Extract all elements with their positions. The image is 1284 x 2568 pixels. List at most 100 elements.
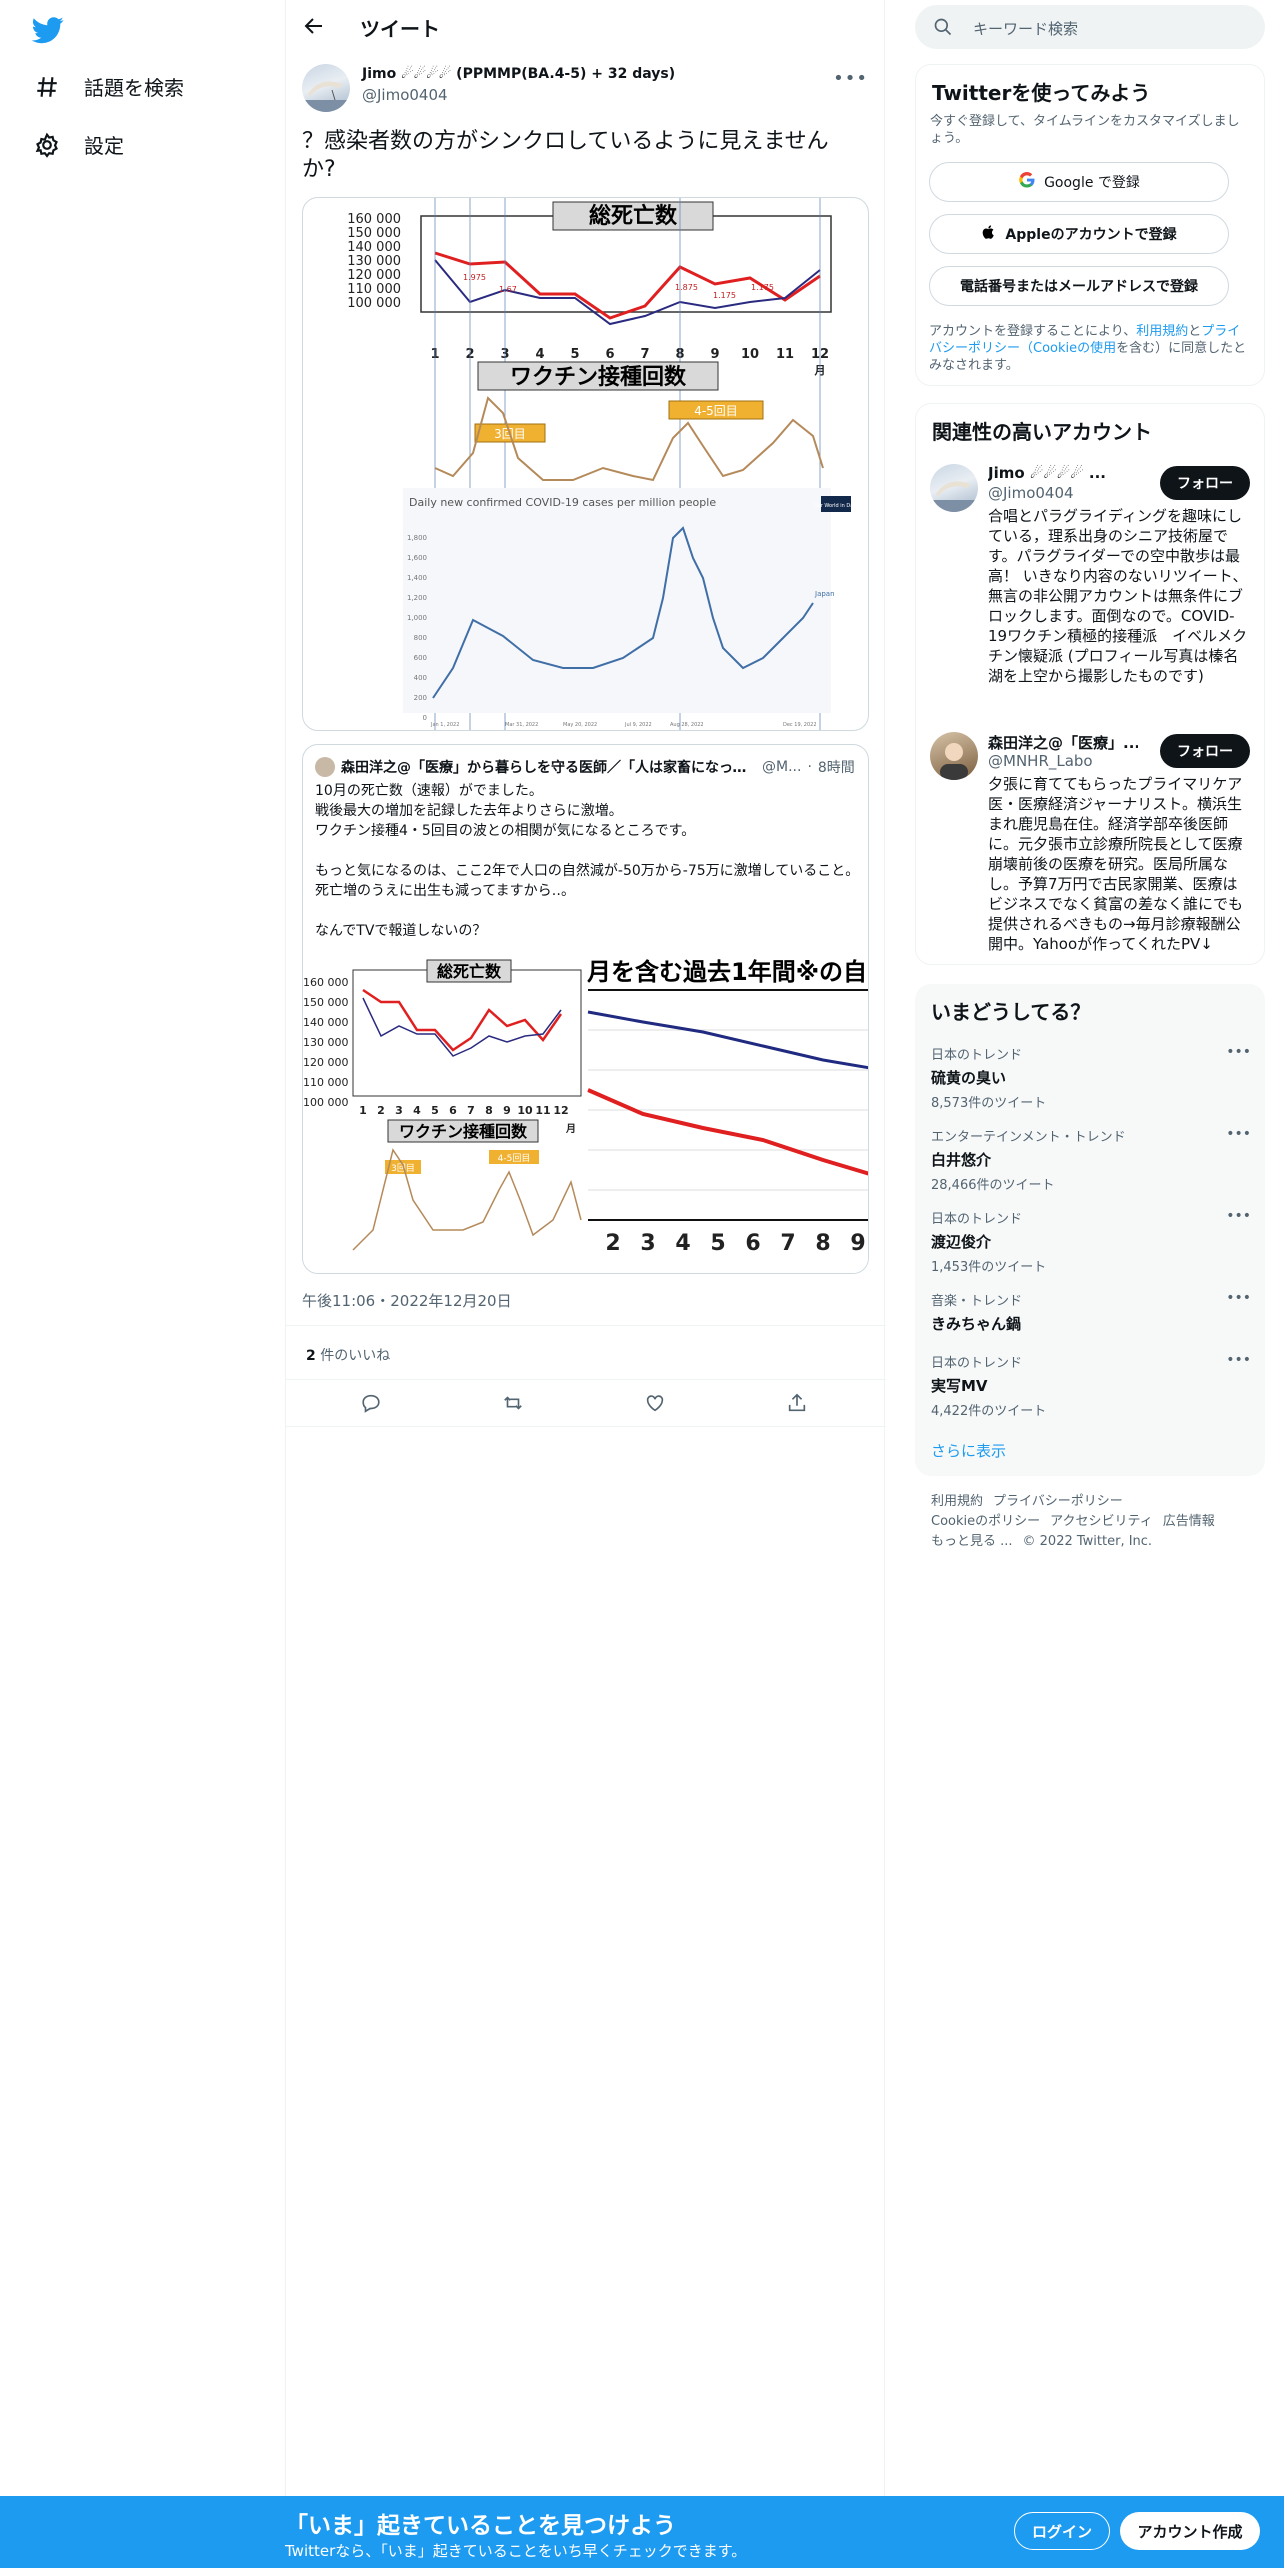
trend-name: きみちゃん鍋 xyxy=(931,1315,1022,1333)
footer-link[interactable]: 利用規約 xyxy=(931,1494,983,1509)
search-input[interactable]: キーワード検索 xyxy=(973,18,1078,39)
trend-item[interactable]: エンターテインメント・トレンド 白井悠介 28,466件のツイート ••• xyxy=(931,1126,1251,1193)
author-handle[interactable]: @Jimo0404 xyxy=(362,86,675,104)
quote-chart1-xtick: 2 xyxy=(377,1104,385,1117)
trend-more-icon[interactable]: ••• xyxy=(1226,1208,1251,1224)
quote-chart1-xtick: 3 xyxy=(395,1104,403,1117)
trend-item[interactable]: 音楽・トレンド きみちゃん鍋 ••• xyxy=(931,1290,1251,1334)
login-button[interactable]: ログイン xyxy=(1014,2512,1110,2550)
reply-icon[interactable] xyxy=(360,1392,384,1416)
copyright: © 2022 Twitter, Inc. xyxy=(1022,1534,1153,1549)
share-icon[interactable] xyxy=(786,1392,810,1416)
chart3-ytick: 1,400 xyxy=(407,574,427,582)
related-account-avatar[interactable] xyxy=(930,464,978,512)
quote-chart1-ytick: 150 000 xyxy=(303,996,349,1009)
quote-image2-xtick: 3 xyxy=(640,1231,655,1256)
trend-item[interactable]: 日本のトレンド 渡辺俊介 1,453件のツイート ••• xyxy=(931,1208,1251,1275)
chart1-ytick: 150 000 xyxy=(347,226,401,241)
google-signup-button[interactable]: Google で登録 xyxy=(929,162,1229,202)
related-account-name[interactable]: 森田洋之@「医療」... xyxy=(988,732,1138,753)
chart1-xtick: 11 xyxy=(776,347,794,362)
footer-link[interactable]: プライバシーポリシー xyxy=(993,1494,1123,1509)
author-name[interactable]: Jimo ☄☄☄☄ (PPMMP(BA.4-5) + 32 days) xyxy=(362,66,675,82)
terms-link[interactable]: 利用規約 xyxy=(1136,324,1188,339)
nav-explore[interactable]: 話題を検索 xyxy=(34,72,184,101)
more-options-icon[interactable]: ••• xyxy=(833,68,868,89)
signup-subtitle: 今すぐ登録して、タイムラインをカスタマイズしましょう。 xyxy=(930,114,1240,146)
chart3-ytick: 400 xyxy=(414,674,427,682)
quote-media-images[interactable]: 総死亡数 160 000 150 000 140 000 130 000 120… xyxy=(303,950,868,1273)
trend-item[interactable]: 日本のトレンド 硫黄の臭い 8,573件のツイート ••• xyxy=(931,1044,1251,1111)
phone-email-signup-label: 電話番号またはメールアドレスで登録 xyxy=(960,279,1198,295)
chart3-xtick: Jan 1, 2022 xyxy=(430,722,459,728)
twitter-logo-icon[interactable] xyxy=(31,14,64,46)
phone-email-signup-button[interactable]: 電話番号またはメールアドレスで登録 xyxy=(929,266,1229,306)
chart1-annotation: 1.175 xyxy=(713,291,736,300)
chart1-xtick: 10 xyxy=(741,347,759,362)
apple-signup-button[interactable]: Appleのアカウントで登録 xyxy=(929,214,1229,254)
trend-count: 1,453件のツイート xyxy=(931,1260,1047,1275)
tweet-author-avatar[interactable] xyxy=(302,64,350,112)
quote-chart1-ytick: 110 000 xyxy=(303,1076,349,1089)
search-box[interactable]: キーワード検索 xyxy=(915,5,1265,49)
chart2-title: ワクチン接種回数 xyxy=(510,364,687,390)
quote-image2-xtick: 9 xyxy=(850,1231,865,1256)
tweet-actions xyxy=(286,1380,886,1427)
trend-more-icon[interactable]: ••• xyxy=(1226,1044,1251,1060)
follow-button[interactable]: フォロー xyxy=(1160,466,1250,500)
trend-more-icon[interactable]: ••• xyxy=(1226,1126,1251,1142)
tweet-media-image[interactable]: 総死亡数 160 000 150 000 140 000 130 000 120… xyxy=(302,197,869,731)
likes-count[interactable]: 2 件のいいね xyxy=(306,1345,390,1365)
trend-count: 8,573件のツイート xyxy=(931,1096,1047,1111)
footer-link[interactable]: Cookieのポリシー xyxy=(931,1514,1040,1529)
chart3-ytick: 0 xyxy=(423,714,427,722)
tweet-timestamp[interactable]: 午後11:06・2022年12月20日 xyxy=(302,1290,512,1311)
chart1-ytick: 160 000 xyxy=(347,212,401,227)
chart1-annotation: 1.175 xyxy=(751,283,774,292)
chart1-title: 総死亡数 xyxy=(589,203,678,229)
footer-link[interactable]: もっと見る ... xyxy=(931,1534,1013,1549)
trend-more-icon[interactable]: ••• xyxy=(1226,1352,1251,1368)
related-account[interactable]: Jimo ☄☄☄☄ ... @Jimo0404 フォロー 合唱とパラグライディン… xyxy=(930,464,1250,704)
related-account-avatar[interactable] xyxy=(930,732,978,780)
related-account[interactable]: 森田洋之@「医療」... @MNHR_Labo フォロー 夕張に育ててもらったプ… xyxy=(930,732,1250,953)
footer-link[interactable]: アクセシビリティ xyxy=(1050,1514,1153,1529)
google-signup-label: Google で登録 xyxy=(1044,175,1140,191)
trend-count: 28,466件のツイート xyxy=(931,1178,1055,1193)
quote-chart1-ytick: 120 000 xyxy=(303,1056,349,1069)
left-nav: 話題を検索 設定 xyxy=(0,0,285,2568)
quote-chart1-ytick: 100 000 xyxy=(303,1096,349,1109)
back-arrow-icon[interactable] xyxy=(302,14,330,42)
chart1-xtick: 7 xyxy=(640,347,649,362)
trend-name: 硫黄の臭い xyxy=(931,1069,1007,1087)
signup-terms: アカウントを登録することにより、利用規約とプライバシーポリシー（Cookieの使… xyxy=(929,324,1247,373)
retweet-icon[interactable] xyxy=(502,1392,526,1416)
apple-icon xyxy=(981,224,997,244)
like-icon[interactable] xyxy=(644,1392,668,1416)
chart1-ytick: 140 000 xyxy=(347,240,401,255)
trend-context: 日本のトレンド xyxy=(931,1048,1023,1063)
show-more-link[interactable]: さらに表示 xyxy=(931,1440,1251,1461)
chart3-badge: Our World in Data xyxy=(814,503,859,509)
nav-settings[interactable]: 設定 xyxy=(34,130,124,159)
trend-item[interactable]: 日本のトレンド 実写MV 4,422件のツイート ••• xyxy=(931,1352,1251,1419)
quote-chart1-xtick: 12 xyxy=(553,1104,568,1117)
follow-button[interactable]: フォロー xyxy=(1160,734,1250,768)
quote-chart1-xtick: 4 xyxy=(413,1104,421,1117)
related-account-handle[interactable]: @MNHR_Labo xyxy=(988,752,1093,770)
quoted-tweet[interactable]: 森田洋之@「医療」から暮らしを守る医師／「人は家畜になっても生き残る道を選ぶのか… xyxy=(302,744,869,1274)
create-account-button[interactable]: アカウント作成 xyxy=(1120,2512,1260,2550)
footer-link[interactable]: 広告情報 xyxy=(1163,1514,1215,1529)
related-account-handle[interactable]: @Jimo0404 xyxy=(988,484,1074,502)
trends-title: いまどうしてる？ xyxy=(931,1000,1091,1024)
related-account-name[interactable]: Jimo ☄☄☄☄ ... xyxy=(988,464,1138,482)
banner-title: 「いま」起きていることを見つけよう xyxy=(285,2513,676,2539)
quote-image2-xtick: 8 xyxy=(815,1231,830,1256)
top-bar: ツイート xyxy=(286,0,886,54)
chart3-ytick: 1,800 xyxy=(407,534,427,542)
chart3-xtick: Aug 28, 2022 xyxy=(670,722,704,728)
banner-subtitle: Twitterなら、「いま」起きていることをいち早くチェックできます。 xyxy=(285,2542,747,2560)
quote-image2-xtick: 2 xyxy=(605,1231,620,1256)
tweet-author[interactable]: Jimo ☄☄☄☄ (PPMMP(BA.4-5) + 32 days) @Jim… xyxy=(362,66,675,104)
trend-more-icon[interactable]: ••• xyxy=(1226,1290,1251,1306)
